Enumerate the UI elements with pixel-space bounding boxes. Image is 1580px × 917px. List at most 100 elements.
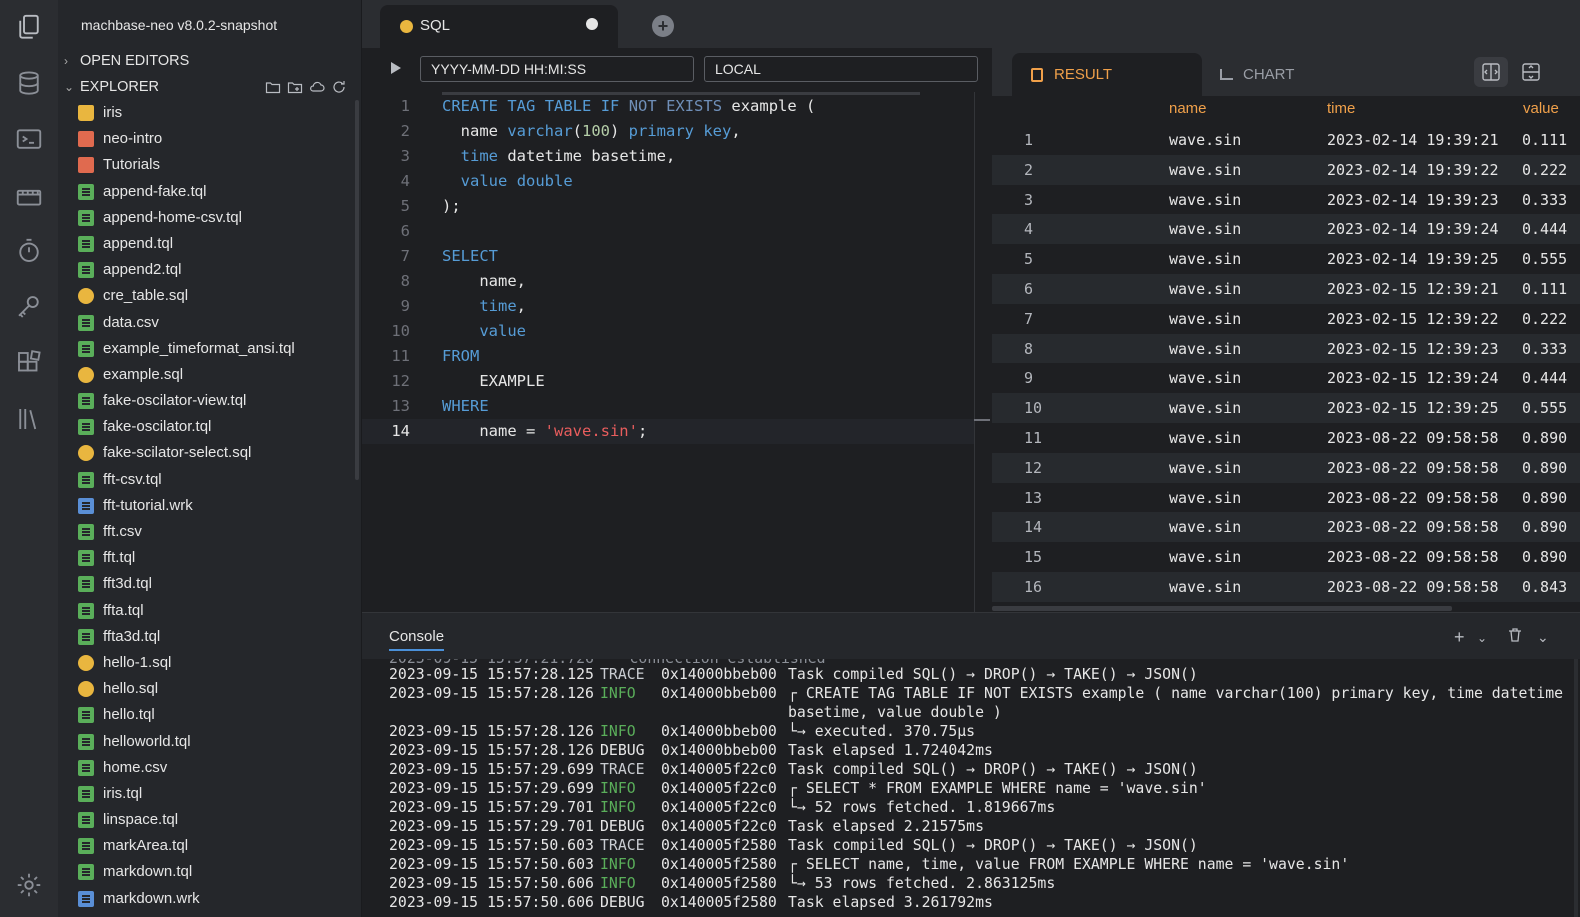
extensions-icon[interactable] <box>14 348 44 378</box>
file-tree-item[interactable]: linspace.tql <box>58 807 354 833</box>
table-row[interactable]: 4 wave.sin 2023-02-14 19:39:24 0.444 <box>992 214 1580 245</box>
file-tree-item[interactable]: markdown.wrk <box>58 886 354 912</box>
table-row[interactable]: 1 wave.sin 2023-02-14 19:39:21 0.111 <box>992 125 1580 155</box>
code-line[interactable]: 7 SELECT <box>362 244 974 269</box>
key-icon[interactable] <box>14 292 44 322</box>
settings-gear-icon[interactable] <box>14 870 44 900</box>
file-tree-item[interactable]: iris.tql <box>58 781 354 807</box>
file-tree-item[interactable]: iris <box>58 100 354 126</box>
tab-console[interactable]: Console <box>389 628 445 651</box>
file-tree-item[interactable]: fake-oscilator-view.tql <box>58 388 354 414</box>
file-tree-item[interactable]: ffta.tql <box>58 598 354 624</box>
file-tree-item[interactable]: markArea.tql <box>58 833 354 859</box>
code-line[interactable]: 14 name = 'wave.sin'; <box>362 419 974 444</box>
table-row[interactable]: 7 wave.sin 2023-02-15 12:39:22 0.222 <box>992 304 1580 334</box>
film-icon[interactable] <box>14 182 44 212</box>
tab-sql[interactable]: SQL <box>380 5 618 48</box>
chevron-down-icon[interactable]: ⌄ <box>1477 631 1487 645</box>
file-tree-item[interactable]: markdown.tql <box>58 859 354 885</box>
table-row[interactable]: 9 wave.sin 2023-02-15 12:39:24 0.444 <box>992 363 1580 393</box>
run-icon[interactable] <box>391 62 401 74</box>
file-tree-item[interactable]: fft.csv <box>58 519 354 545</box>
file-tree-item[interactable]: fft-csv.tql <box>58 467 354 493</box>
code-line[interactable]: 8 name, <box>362 269 974 294</box>
table-row[interactable]: 2 wave.sin 2023-02-14 19:39:22 0.222 <box>992 154 1580 185</box>
table-row[interactable]: 5 wave.sin 2023-02-14 19:39:25 0.555 <box>992 244 1580 274</box>
file-tree-item[interactable]: append-fake.tql <box>58 179 354 205</box>
file-tree-item[interactable]: example.sql <box>58 362 354 388</box>
add-tab-button[interactable]: + <box>652 15 674 37</box>
code-line[interactable]: 4 value double <box>362 169 974 194</box>
timer-icon[interactable] <box>14 236 44 266</box>
file-tree-item[interactable]: example_timeformat_ansi.tql <box>58 336 354 362</box>
file-tree-item[interactable]: hello-1.sql <box>58 650 354 676</box>
file-tree-item[interactable]: Tutorials <box>58 152 354 178</box>
code-line[interactable]: 13 WHERE <box>362 394 974 419</box>
code-line[interactable]: 2 name varchar(100) primary key, <box>362 119 974 144</box>
file-tree-item[interactable]: hello.tql <box>58 702 354 728</box>
timezone-input[interactable] <box>704 56 978 82</box>
refresh-icon[interactable] <box>331 79 347 95</box>
table-row[interactable]: 11 wave.sin 2023-08-22 09:58:58 0.890 <box>992 423 1580 453</box>
code-line[interactable]: 6 <box>362 219 974 244</box>
code-line[interactable]: 5); <box>362 194 974 219</box>
file-tree-item[interactable]: hello.sql <box>58 676 354 702</box>
trash-icon[interactable] <box>1507 627 1523 648</box>
result-hscrollbar[interactable] <box>992 606 1452 611</box>
file-tree-item[interactable]: ffta3d.tql <box>58 624 354 650</box>
file-tree-item[interactable]: cre_table.sql <box>58 283 354 309</box>
files-icon[interactable] <box>14 12 44 42</box>
code-line[interactable]: 11 FROM <box>362 344 974 369</box>
table-row[interactable]: 12 wave.sin 2023-08-22 09:58:58 0.890 <box>992 452 1580 483</box>
table-row[interactable]: 16 wave.sin 2023-08-22 09:58:58 0.843 <box>992 572 1580 602</box>
collapse-chevron-icon[interactable]: ⌄ <box>1537 629 1549 646</box>
file-tree-item[interactable]: append2.tql <box>58 257 354 283</box>
log-timestamp: 2023-09-15 15:57:28.125 <box>389 666 594 683</box>
file-tree-item[interactable]: append.tql <box>58 231 354 257</box>
sidebar-scrollbar[interactable] <box>355 100 359 480</box>
table-row[interactable]: 8 wave.sin 2023-02-15 12:39:23 0.333 <box>992 333 1580 364</box>
table-row[interactable]: 10 wave.sin 2023-02-15 12:39:25 0.555 <box>992 393 1580 423</box>
table-row[interactable]: 14 wave.sin 2023-08-22 09:58:58 0.890 <box>992 512 1580 543</box>
file-tree-item[interactable]: data.csv <box>58 310 354 336</box>
unsaved-dot-icon[interactable] <box>586 18 598 30</box>
column-header-time[interactable]: time <box>1327 100 1355 117</box>
table-row[interactable]: 3 wave.sin 2023-02-14 19:39:23 0.333 <box>992 185 1580 215</box>
new-file-folder-icon[interactable] <box>287 79 303 95</box>
code-editor[interactable]: 1 CREATE TAG TABLE IF NOT EXISTS example … <box>362 92 992 612</box>
file-icon <box>78 209 94 226</box>
code-line[interactable]: 12 EXAMPLE <box>362 369 974 394</box>
cloud-icon[interactable] <box>309 79 325 95</box>
table-row[interactable]: 13 wave.sin 2023-08-22 09:58:58 0.890 <box>992 483 1580 513</box>
file-tree-item[interactable]: helloworld.tql <box>58 729 354 755</box>
file-tree-item[interactable]: fft3d.tql <box>58 571 354 597</box>
file-tree-item[interactable]: home.csv <box>58 755 354 781</box>
terminal-icon[interactable] <box>14 124 44 154</box>
tab-chart[interactable]: CHART <box>1220 66 1294 83</box>
split-vertical-button[interactable] <box>1474 57 1508 87</box>
file-tree-item[interactable]: append-home-csv.tql <box>58 205 354 231</box>
code-line[interactable]: 10 value <box>362 319 974 344</box>
open-editors-section[interactable]: › OPEN EDITORS <box>64 50 189 72</box>
file-tree-item[interactable]: fft.tql <box>58 545 354 571</box>
code-line[interactable]: 3 time datetime basetime, <box>362 144 974 169</box>
add-icon[interactable]: + <box>1454 627 1465 648</box>
split-horizontal-button[interactable] <box>1514 57 1548 87</box>
tab-result[interactable]: RESULT <box>1012 53 1202 96</box>
column-header-value[interactable]: value <box>1523 100 1559 117</box>
code-line[interactable]: 1 CREATE TAG TABLE IF NOT EXISTS example … <box>362 94 974 119</box>
file-tree-item[interactable]: fake-scilator-select.sql <box>58 440 354 466</box>
file-tree-item[interactable]: fake-oscilator.tql <box>58 414 354 440</box>
new-folder-icon[interactable] <box>265 79 281 95</box>
code-line[interactable]: 9 time, <box>362 294 974 319</box>
time-format-input[interactable] <box>420 56 694 82</box>
database-icon[interactable] <box>14 68 44 98</box>
table-row[interactable]: 15 wave.sin 2023-08-22 09:58:58 0.890 <box>992 542 1580 572</box>
console-scrollbar[interactable] <box>1574 659 1578 917</box>
library-icon[interactable] <box>14 404 44 434</box>
column-header-name[interactable]: name <box>1169 100 1207 117</box>
explorer-section[interactable]: ⌄ EXPLORER <box>64 76 159 98</box>
file-tree-item[interactable]: fft-tutorial.wrk <box>58 493 354 519</box>
file-tree-item[interactable]: neo-intro <box>58 126 354 152</box>
table-row[interactable]: 6 wave.sin 2023-02-15 12:39:21 0.111 <box>992 274 1580 304</box>
